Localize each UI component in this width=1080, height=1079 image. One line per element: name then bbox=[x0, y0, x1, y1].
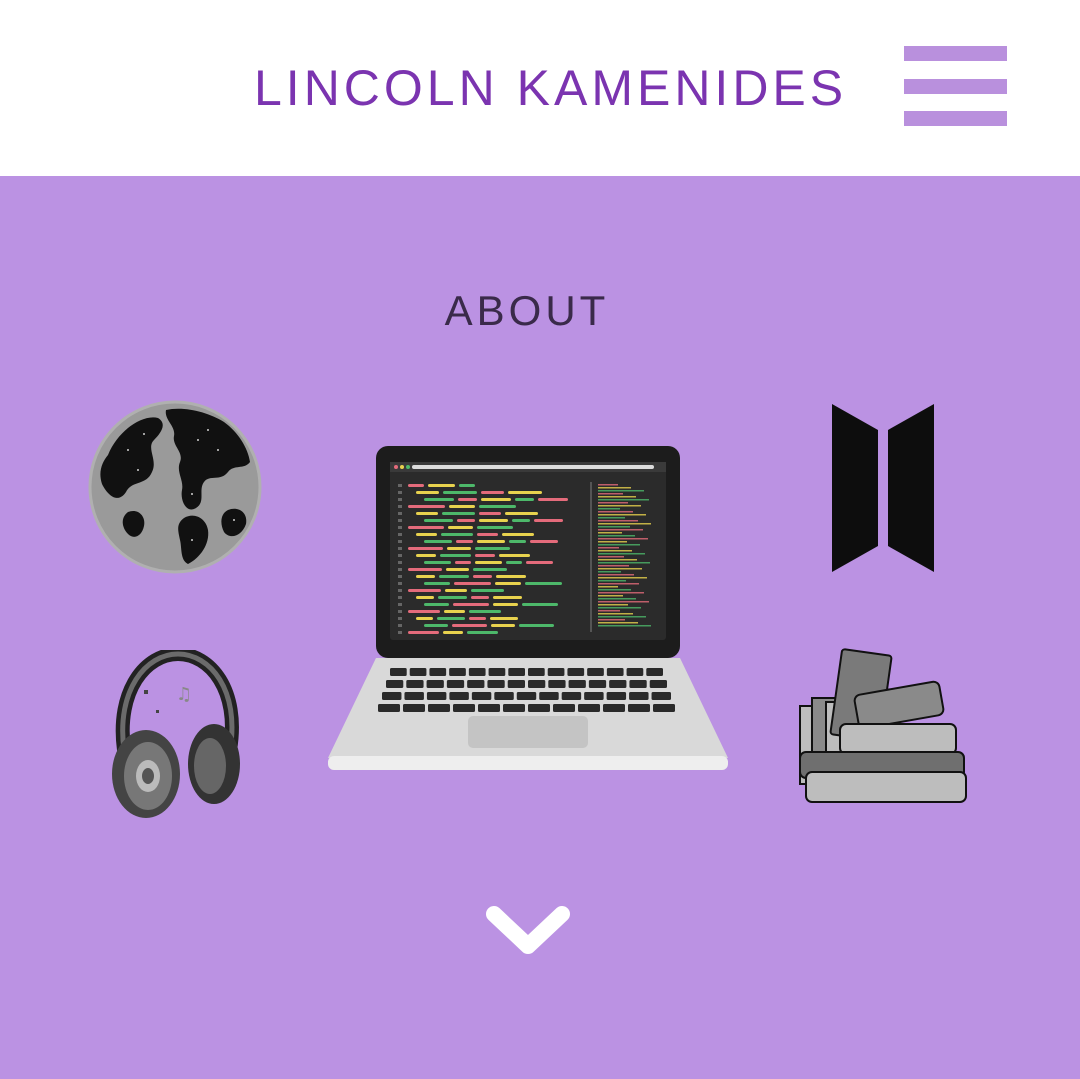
scroll-down-button[interactable] bbox=[480, 900, 576, 964]
laptop-code-icon bbox=[328, 446, 728, 770]
svg-text:♫: ♫ bbox=[176, 684, 192, 705]
headphones-icon: ♫ bbox=[106, 646, 246, 822]
hamburger-menu-icon bbox=[904, 46, 1007, 126]
chevron-down-icon bbox=[486, 906, 570, 954]
books-icon bbox=[796, 648, 972, 812]
menu-button[interactable] bbox=[904, 46, 1007, 126]
globe-icon bbox=[88, 400, 262, 574]
site-title[interactable]: LINCOLN KAMENIDES bbox=[254, 58, 854, 118]
site-header: LINCOLN KAMENIDES bbox=[0, 0, 1080, 176]
section-title: ABOUT bbox=[444, 287, 610, 334]
about-section: ABOUT ♫ bbox=[0, 176, 1080, 1079]
bts-logo-icon bbox=[830, 404, 936, 572]
